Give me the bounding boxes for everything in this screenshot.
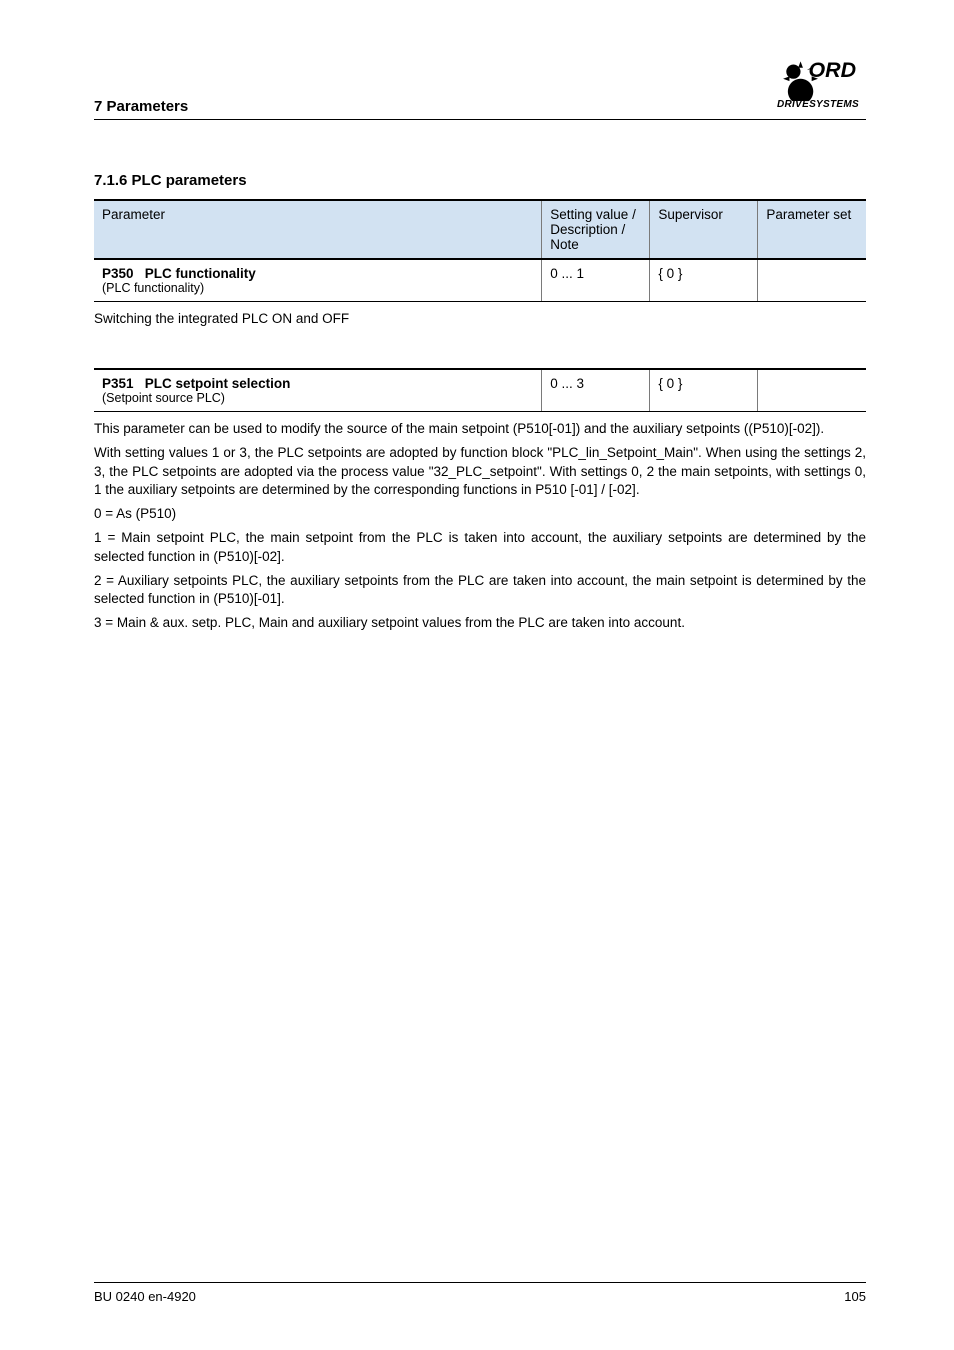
param-code: P350 bbox=[102, 266, 134, 281]
setting-value-cell: 0 ... 1 bbox=[542, 259, 650, 302]
p351-option-2: 2 = Auxiliary setpoints PLC, the auxilia… bbox=[94, 572, 866, 608]
section-heading: 7.1.6 PLC parameters bbox=[94, 172, 866, 189]
param-code: P351 bbox=[102, 376, 134, 391]
col-parameter: Parameter bbox=[94, 200, 542, 259]
col-supervisor: Supervisor bbox=[650, 200, 758, 259]
footer-doc-id: BU 0240 en-4920 bbox=[94, 1289, 196, 1304]
p351-option-1: 1 = Main setpoint PLC, the main setpoint… bbox=[94, 529, 866, 565]
default-cell: { 0 } bbox=[650, 259, 758, 302]
param-label: PLC functionality bbox=[145, 266, 256, 281]
parameter-table-p351: P351 PLC setpoint selection (Setpoint so… bbox=[94, 368, 866, 412]
default-cell: { 0 } bbox=[650, 369, 758, 412]
note-cell bbox=[758, 259, 866, 302]
page-footer: BU 0240 en-4920 105 bbox=[94, 1282, 866, 1304]
setting-value-cell: 0 ... 3 bbox=[542, 369, 650, 412]
brand-logo: ORD DRIVESYSTEMS bbox=[770, 55, 866, 115]
parameter-table-p350: Parameter Setting value / Description / … bbox=[94, 199, 866, 302]
svg-text:ORD: ORD bbox=[808, 58, 856, 82]
col-setting: Setting value / Description / Note bbox=[542, 200, 650, 259]
p351-para1: This parameter can be used to modify the… bbox=[94, 420, 866, 438]
p350-description: Switching the integrated PLC ON and OFF bbox=[94, 310, 866, 328]
table-row: P351 PLC setpoint selection (Setpoint so… bbox=[94, 369, 866, 412]
p351-option-0: 0 = As (P510) bbox=[94, 505, 866, 523]
table-header-row: Parameter Setting value / Description / … bbox=[94, 200, 866, 259]
param-sublabel: (PLC functionality) bbox=[102, 281, 533, 295]
param-label: PLC setpoint selection bbox=[145, 376, 291, 391]
p351-option-3: 3 = Main & aux. setp. PLC, Main and auxi… bbox=[94, 614, 866, 632]
p351-para2: With setting values 1 or 3, the PLC setp… bbox=[94, 444, 866, 499]
parameter-name-cell: P350 PLC functionality (PLC functionalit… bbox=[94, 259, 542, 302]
footer-page-number: 105 bbox=[844, 1289, 866, 1304]
nord-gear-icon: ORD bbox=[770, 55, 866, 101]
breadcrumb: 7 Parameters bbox=[94, 98, 188, 115]
parameter-name-cell: P351 PLC setpoint selection (Setpoint so… bbox=[94, 369, 542, 412]
col-paramset: Parameter set bbox=[758, 200, 866, 259]
note-cell bbox=[758, 369, 866, 412]
brand-logo-subtext: DRIVESYSTEMS bbox=[777, 99, 859, 110]
table-row: P350 PLC functionality (PLC functionalit… bbox=[94, 259, 866, 302]
param-sublabel: (Setpoint source PLC) bbox=[102, 391, 533, 405]
